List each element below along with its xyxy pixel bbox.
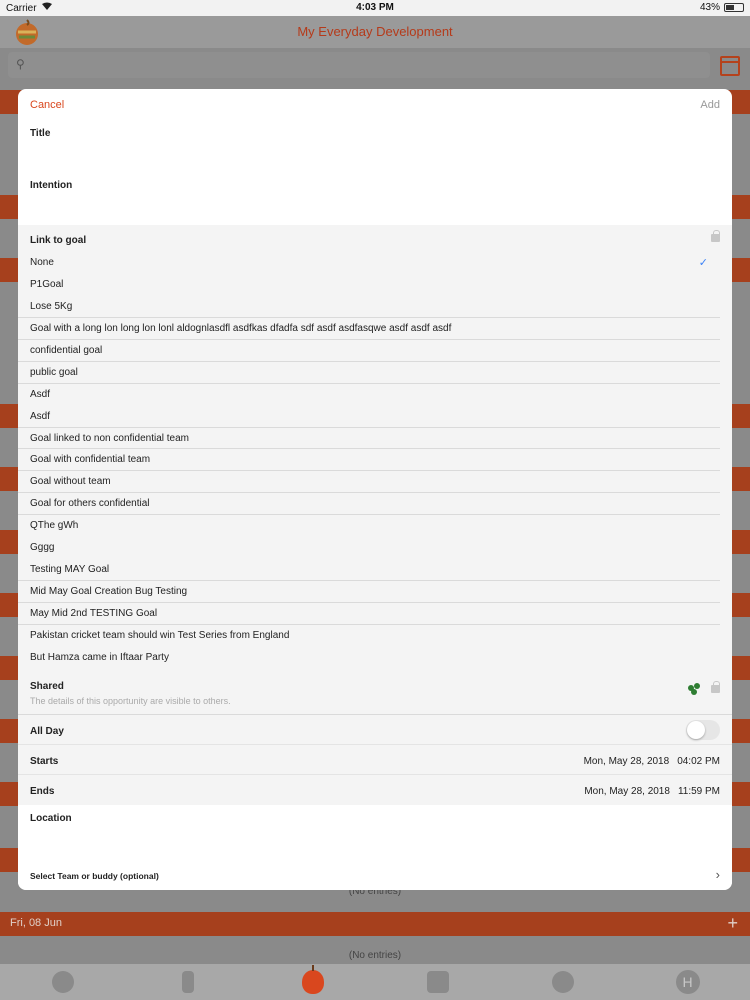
goal-option-label: Testing MAY Goal bbox=[30, 564, 110, 576]
goal-option[interactable]: confidential goal bbox=[18, 340, 720, 362]
tab-bar: H bbox=[0, 964, 750, 1000]
chevron-right-icon: › bbox=[715, 866, 720, 882]
app-title: My Everyday Development bbox=[297, 24, 453, 39]
search-icon: ⚲ bbox=[16, 57, 25, 71]
goal-option[interactable]: None ✓ bbox=[18, 252, 720, 274]
goal-option-label: Asdf bbox=[30, 388, 51, 400]
tab-h-icon[interactable]: H bbox=[673, 967, 703, 997]
goal-option-label: Goal with a long lon long lon lonl aldog… bbox=[30, 322, 452, 334]
search-bar[interactable]: ⚲ bbox=[8, 52, 710, 78]
goal-option[interactable]: Asdf bbox=[18, 384, 720, 406]
people-icon bbox=[688, 682, 702, 695]
starts-label: Starts bbox=[30, 755, 59, 767]
title-field[interactable]: Title bbox=[18, 123, 732, 175]
intention-field[interactable]: Intention bbox=[18, 175, 732, 225]
goal-option[interactable]: P1Goal bbox=[18, 274, 720, 296]
clock: 4:03 PM bbox=[356, 2, 394, 13]
app-header: My Everyday Development bbox=[0, 16, 750, 48]
location-field[interactable]: Location bbox=[18, 804, 732, 859]
tab-fruits-icon[interactable] bbox=[548, 967, 578, 997]
title-label: Title bbox=[30, 128, 51, 139]
goal-option-label: Goal for others confidential bbox=[30, 498, 150, 510]
goal-option-label: P1Goal bbox=[30, 278, 64, 290]
location-label: Location bbox=[30, 812, 72, 824]
goal-option-label: Goal with confidential team bbox=[30, 454, 151, 466]
goal-option-label: Lose 5Kg bbox=[30, 300, 73, 312]
goal-option-label: None bbox=[30, 257, 54, 268]
calendar-icon[interactable] bbox=[720, 56, 740, 76]
starts-row[interactable]: Starts Mon, May 28, 2018 04:02 PM bbox=[18, 745, 732, 775]
goal-option-label: public goal bbox=[30, 366, 78, 378]
ends-value: Mon, May 28, 2018 11:59 PM bbox=[584, 786, 720, 797]
shared-row: Shared The details of this opportunity a… bbox=[18, 669, 732, 715]
tab-sprout-icon[interactable] bbox=[173, 967, 203, 997]
checkmark-icon: ✓ bbox=[698, 257, 708, 269]
link-to-goal-header: Link to goal bbox=[18, 225, 732, 252]
day-strip-fri-08-jun[interactable]: Fri, 08 Jun + bbox=[0, 912, 750, 936]
goal-option[interactable]: Asdf bbox=[18, 406, 720, 428]
goal-option-label: Pakistan cricket team should win Test Se… bbox=[30, 629, 290, 641]
goal-option-label: confidential goal bbox=[30, 344, 103, 356]
intention-label: Intention bbox=[30, 180, 73, 191]
goal-list: None ✓ P1Goal Lose 5Kg Goal with a long lon … bbox=[18, 252, 732, 669]
tab-basket-icon[interactable] bbox=[423, 967, 453, 997]
new-opportunity-modal: Cancel Add Title Intention Link to goal … bbox=[18, 89, 732, 890]
tab-active-apple-icon[interactable] bbox=[298, 965, 328, 997]
battery-icon bbox=[724, 3, 744, 12]
add-entry-plus-icon[interactable]: + bbox=[727, 913, 738, 934]
link-to-goal-label: Link to goal bbox=[30, 235, 87, 246]
modal-nav: Cancel Add bbox=[18, 89, 732, 123]
goal-option[interactable]: Mid May Goal Creation Bug Testing bbox=[18, 581, 720, 603]
all-day-label: All Day bbox=[30, 725, 64, 737]
no-entries-label: (No entries) bbox=[348, 950, 402, 961]
shared-description: The details of this opportunity are visi… bbox=[30, 695, 231, 706]
goal-option[interactable]: Lose 5Kg bbox=[18, 296, 720, 318]
goal-option-label: But Hamza came in Iftaar Party bbox=[30, 651, 169, 663]
goal-section: Link to goal None ✓ P1Goal Lose 5Kg Goal wit… bbox=[18, 225, 732, 805]
goal-option[interactable]: Goal without team bbox=[18, 471, 720, 494]
goal-option-label: Goal linked to non confidential team bbox=[30, 432, 189, 444]
status-bar: Carrier 4:03 PM 43% bbox=[0, 0, 750, 16]
goal-option[interactable]: May Mid 2nd TESTING Goal bbox=[18, 603, 720, 625]
goal-option[interactable]: Goal for others confidential bbox=[18, 493, 720, 516]
ends-row[interactable]: Ends Mon, May 28, 2018 11:59 PM bbox=[18, 775, 732, 805]
lock-icon bbox=[711, 680, 720, 693]
select-team-row[interactable]: Select Team or buddy (optional) › bbox=[18, 858, 732, 890]
goal-option-label: Mid May Goal Creation Bug Testing bbox=[30, 586, 188, 598]
day-strip-label: Fri, 08 Jun bbox=[10, 917, 62, 929]
goal-option-label: Goal without team bbox=[30, 476, 111, 488]
goal-option-label: May Mid 2nd TESTING Goal bbox=[30, 608, 158, 619]
starts-time: 04:02 PM bbox=[677, 755, 720, 767]
goal-option-label: Gggg bbox=[30, 542, 55, 554]
all-day-toggle[interactable] bbox=[686, 719, 720, 740]
starts-value: Mon, May 28, 2018 04:02 PM bbox=[584, 756, 720, 767]
all-day-row: All Day bbox=[18, 715, 732, 745]
tab-apple-icon[interactable] bbox=[48, 967, 78, 997]
select-team-label: Select Team or buddy (optional) bbox=[30, 870, 159, 881]
cancel-button[interactable]: Cancel bbox=[30, 99, 64, 111]
battery-percent: 43% bbox=[699, 2, 720, 13]
ends-time: 11:59 PM bbox=[677, 785, 720, 797]
ends-label: Ends bbox=[30, 785, 55, 797]
goal-option[interactable]: But Hamza came in Iftaar Party bbox=[18, 647, 720, 669]
goal-option[interactable]: Testing MAY Goal bbox=[18, 559, 720, 582]
goal-option-label: QThe gWh bbox=[30, 520, 79, 532]
goal-option[interactable]: Pakistan cricket team should win Test Se… bbox=[18, 625, 720, 647]
goal-option-label: Asdf bbox=[30, 410, 51, 422]
ends-date: Mon, May 28, 2018 bbox=[584, 785, 670, 797]
goal-option[interactable]: public goal bbox=[18, 362, 720, 384]
shared-label: Shared bbox=[30, 680, 64, 692]
goal-option[interactable]: Gggg bbox=[18, 537, 720, 559]
add-button[interactable]: Add bbox=[700, 99, 720, 111]
goal-option[interactable]: Goal with a long lon long lon lonl aldog… bbox=[18, 318, 720, 340]
goal-option[interactable]: Goal with confidential team bbox=[18, 449, 720, 472]
lock-icon bbox=[711, 230, 720, 242]
goal-option[interactable]: Goal linked to non confidential team bbox=[18, 428, 720, 450]
starts-date: Mon, May 28, 2018 bbox=[583, 755, 670, 767]
goal-option[interactable]: QThe gWh bbox=[18, 515, 720, 537]
